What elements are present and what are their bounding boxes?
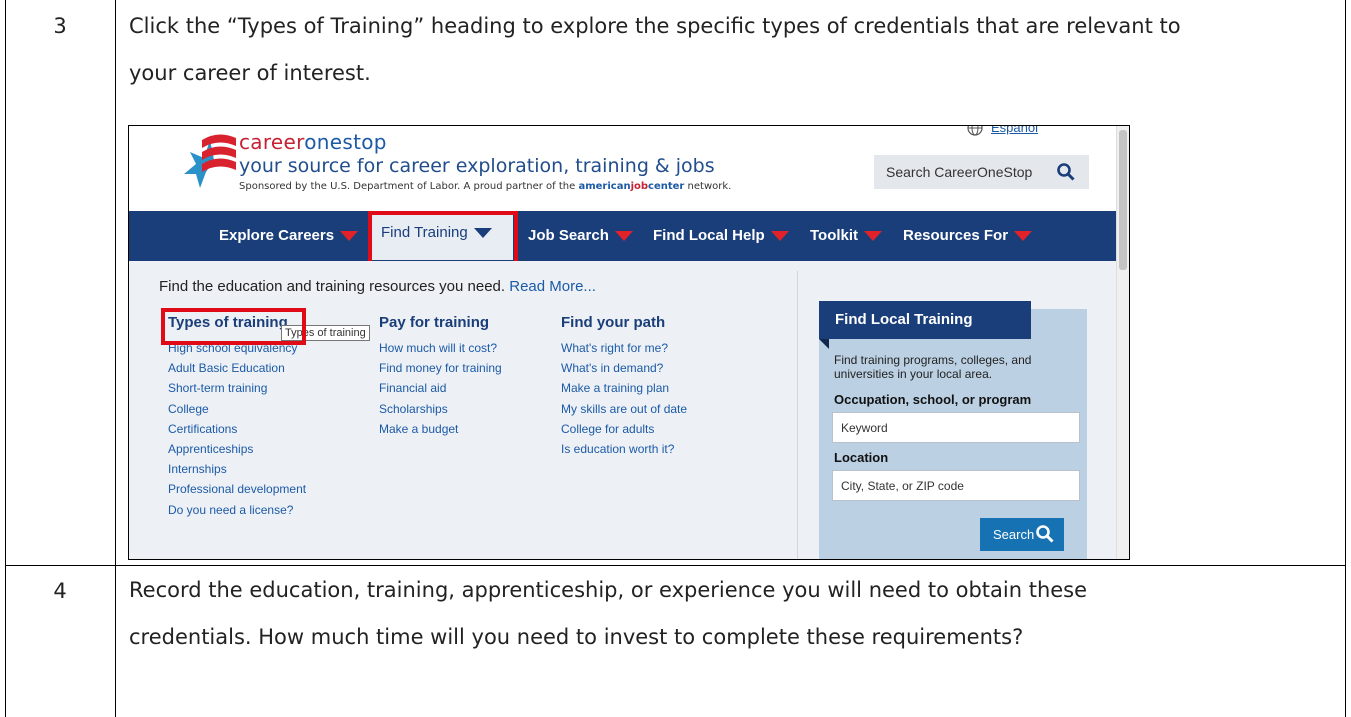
table-border-right [1345,0,1346,717]
step-number-3: 3 [53,14,67,38]
site-search-label: Search CareerOneStop [886,164,1033,180]
nav-toolkit-label: Toolkit [810,227,859,244]
menu-intro-text: Find the education and training resource… [159,278,506,295]
pay-for-training-heading[interactable]: Pay for training [379,314,502,331]
espanol-link[interactable]: Español [991,126,1038,135]
sponsor-suffix: network. [684,181,732,192]
nav-toolkit[interactable]: Toolkit [810,211,883,261]
globe-icon [967,126,983,136]
find-local-training-description: Find training programs, colleges, and un… [834,353,1032,381]
link-scholarships[interactable]: Scholarships [379,399,502,419]
link-adult-basic-education[interactable]: Adult Basic Education [168,358,306,378]
chevron-down-icon [864,231,883,242]
nav-explore-careers-label: Explore Careers [219,227,335,244]
nav-find-local-help[interactable]: Find Local Help [653,211,789,261]
panel-tab-notch [819,339,829,349]
ajc-part-job: job [630,181,649,192]
local-search-button[interactable]: Search [980,518,1064,551]
column-pay-for-training: Pay for training How much will it cost? … [379,314,502,439]
link-education-worth-it[interactable]: Is education worth it? [561,439,687,459]
step-number-4: 4 [53,579,67,603]
brand-part-onestop: onestop [304,130,387,154]
find-local-training-title: Find Local Training [819,301,1031,339]
careeronestop-logo-icon [184,134,236,188]
scrollbar-thumb[interactable] [1119,130,1127,270]
step-3-line-2: your career of interest. [129,61,371,85]
location-input[interactable]: City, State, or ZIP code [832,470,1080,501]
location-label: Location [834,450,889,465]
link-find-money[interactable]: Find money for training [379,358,502,378]
instruction-table: 3 Click the “Types of Training” heading … [5,0,1346,717]
nav-job-search-label: Job Search [528,227,609,244]
search-icon [1057,163,1075,181]
local-search-label: Search [993,527,1035,542]
ajc-part-center: center [648,181,685,192]
nav-find-local-help-label: Find Local Help [653,227,765,244]
step-4-line-1: Record the education, training, apprenti… [129,578,1088,602]
sponsor-text: Sponsored by the U.S. Department of Labo… [239,181,731,192]
link-certifications[interactable]: Certifications [168,419,306,439]
step-3-line-1: Click the “Types of Training” heading to… [129,14,1181,38]
menu-intro: Find the education and training resource… [159,278,596,295]
find-training-dropdown: Find the education and training resource… [129,261,1117,559]
sponsor-prefix: Sponsored by the U.S. Department of Labo… [239,181,579,192]
link-how-much-cost[interactable]: How much will it cost? [379,338,502,358]
chevron-down-icon [1014,231,1033,242]
nav-explore-careers[interactable]: Explore Careers [219,211,359,261]
link-college-for-adults[interactable]: College for adults [561,419,687,439]
careeronestop-screenshot: careeronestop your source for career exp… [128,125,1130,560]
link-internships[interactable]: Internships [168,459,306,479]
occupation-label: Occupation, school, or program [834,392,1032,407]
link-whats-in-demand[interactable]: What's in demand? [561,358,687,378]
scrollbar[interactable] [1116,126,1129,559]
search-icon [1036,525,1054,543]
step-3-instruction: Click the “Types of Training” heading to… [129,3,1329,97]
chevron-down-icon [340,231,359,242]
column-divider [797,271,798,559]
link-make-a-budget[interactable]: Make a budget [379,419,502,439]
link-skills-out-of-date[interactable]: My skills are out of date [561,399,687,419]
highlight-box-find-training [368,211,518,268]
link-apprenticeships[interactable]: Apprenticeships [168,439,306,459]
read-more-link[interactable]: Read More... [509,278,596,295]
table-column-divider [115,0,116,717]
step-4-instruction: Record the education, training, apprenti… [129,567,1329,661]
chevron-down-icon [614,231,633,242]
nav-resources-for-label: Resources For [903,227,1009,244]
brand-part-career: career [239,130,305,154]
column-find-your-path: Find your path What's right for me? What… [561,314,687,459]
link-financial-aid[interactable]: Financial aid [379,378,502,398]
link-make-training-plan[interactable]: Make a training plan [561,378,687,398]
main-nav: Explore Careers Job Search Find Local He… [129,211,1117,261]
link-professional-development[interactable]: Professional development [168,479,306,499]
nav-resources-for[interactable]: Resources For [903,211,1033,261]
table-row-divider [5,565,1346,566]
link-college[interactable]: College [168,399,306,419]
step-4-line-2: credentials. How much time will you need… [129,625,1024,649]
nav-job-search[interactable]: Job Search [528,211,633,261]
ajc-part-american: american [578,181,631,192]
highlight-box-types-of-training [161,308,306,345]
link-whats-right-for-me[interactable]: What's right for me? [561,338,687,358]
table-border-left [5,0,6,717]
brand-name[interactable]: careeronestop [239,130,387,154]
keyword-input[interactable]: Keyword [832,412,1080,443]
find-your-path-heading[interactable]: Find your path [561,314,687,331]
site-search-button[interactable]: Search CareerOneStop [874,155,1089,189]
site-header: careeronestop your source for career exp… [129,126,1117,211]
site-tagline: your source for career exploration, trai… [239,155,715,177]
link-need-a-license[interactable]: Do you need a license? [168,500,306,520]
link-short-term-training[interactable]: Short-term training [168,378,306,398]
chevron-down-icon [770,231,789,242]
